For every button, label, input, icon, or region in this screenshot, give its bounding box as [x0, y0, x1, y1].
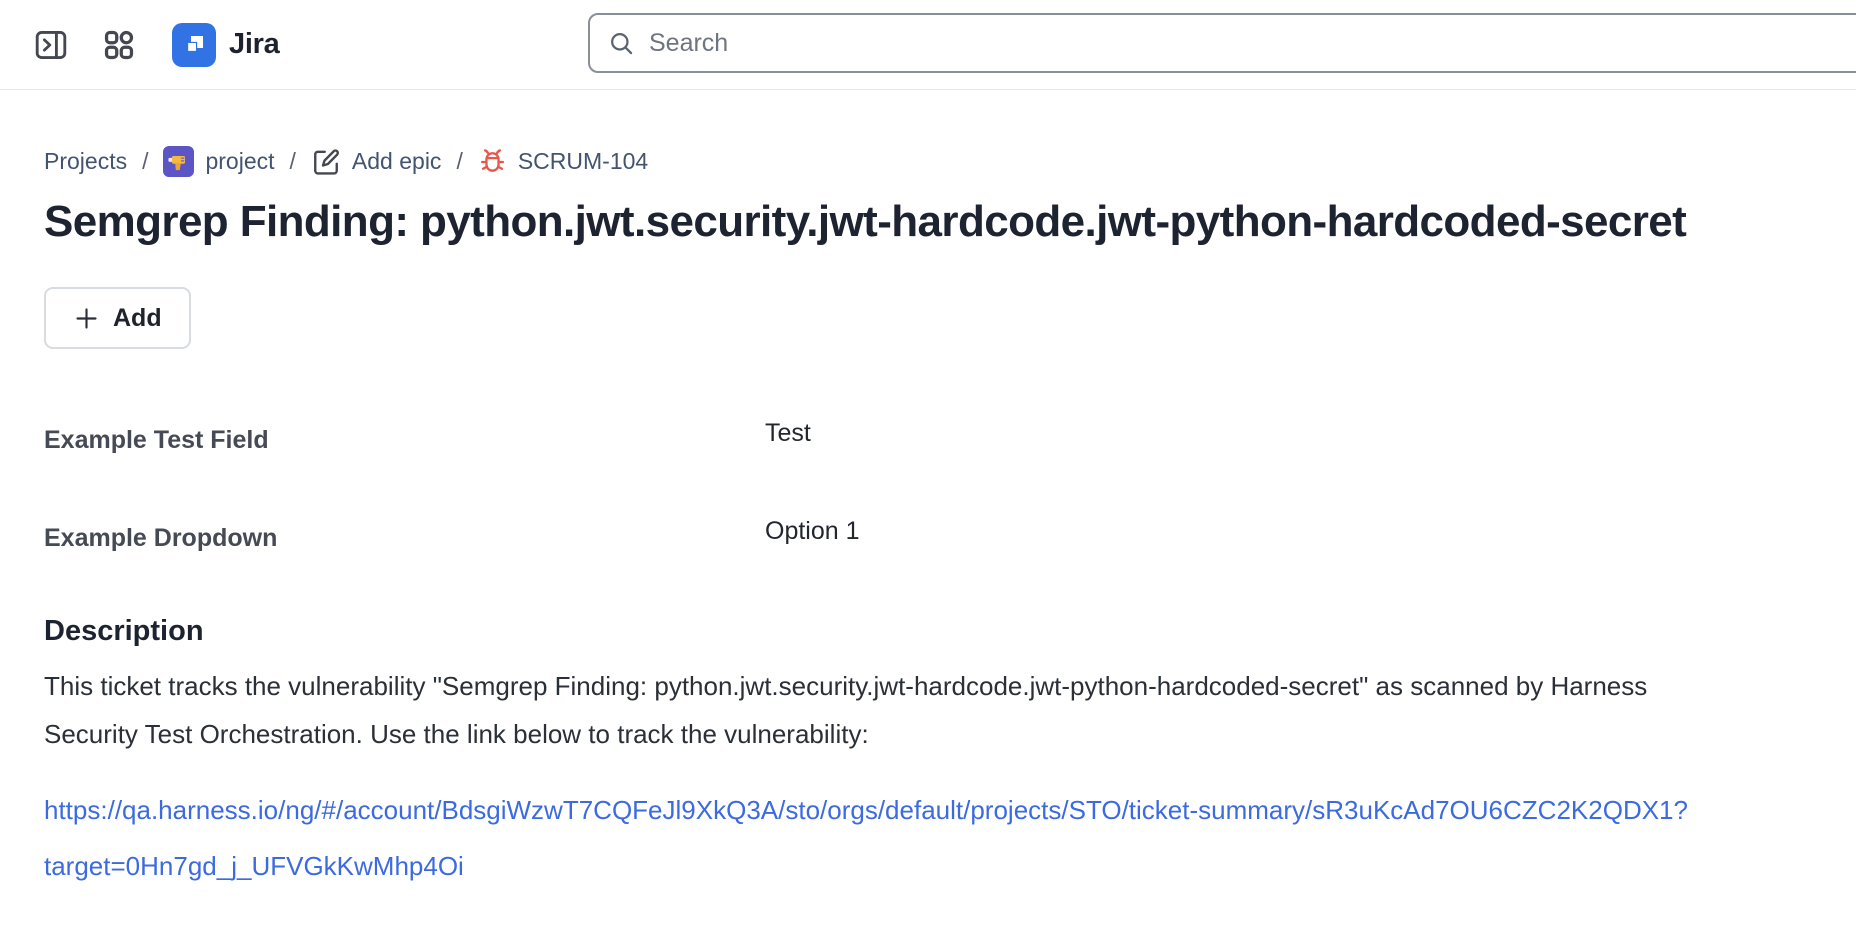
breadcrumb-project-label: project	[205, 148, 274, 175]
breadcrumb: Projects / project /	[44, 146, 1856, 177]
field-label: Example Dropdown	[44, 517, 765, 553]
bug-icon	[478, 147, 507, 176]
custom-fields: Example Test Field Test Example Dropdown…	[44, 419, 1856, 553]
breadcrumb-separator: /	[456, 148, 462, 175]
field-row-example-test-field: Example Test Field Test	[44, 419, 1856, 455]
plus-icon	[73, 305, 100, 332]
edit-icon	[311, 147, 341, 177]
issue-view: Projects / project /	[0, 146, 1856, 894]
field-label: Example Test Field	[44, 419, 765, 455]
jira-logo-icon	[172, 23, 216, 67]
vulnerability-link[interactable]: https://qa.harness.io/ng/#/account/Bdsgi…	[44, 795, 1688, 881]
breadcrumb-issue-key-label: SCRUM-104	[518, 148, 648, 175]
search-input[interactable]	[649, 29, 1649, 58]
app-grid-icon	[102, 28, 136, 62]
description-link-wrap: https://qa.harness.io/ng/#/account/Bdsgi…	[44, 782, 1744, 894]
breadcrumb-project[interactable]: project	[163, 146, 274, 177]
breadcrumb-add-epic-label: Add epic	[352, 148, 442, 175]
field-value-example-dropdown[interactable]: Option 1	[765, 517, 1856, 546]
description-heading: Description	[44, 615, 1856, 648]
issue-title: Semgrep Finding: python.jwt.security.jwt…	[44, 195, 1744, 249]
sidebar-expand-icon	[33, 27, 69, 63]
app-switcher-button[interactable]	[100, 26, 138, 64]
field-row-example-dropdown: Example Dropdown Option 1	[44, 517, 1856, 553]
add-button-label: Add	[113, 304, 162, 333]
breadcrumb-separator: /	[142, 148, 148, 175]
breadcrumb-separator: /	[290, 148, 296, 175]
jira-home-link[interactable]: Jira	[172, 23, 279, 67]
global-search[interactable]	[588, 13, 1856, 73]
breadcrumb-projects[interactable]: Projects	[44, 148, 127, 175]
app-name: Jira	[229, 28, 279, 61]
add-button[interactable]: Add	[44, 287, 191, 349]
project-avatar-icon	[163, 146, 194, 177]
breadcrumb-projects-label: Projects	[44, 148, 127, 175]
field-value-example-test-field[interactable]: Test	[765, 419, 1856, 448]
search-icon	[608, 30, 635, 57]
description-body[interactable]: This ticket tracks the vulnerability "Se…	[44, 662, 1744, 758]
breadcrumb-add-epic[interactable]: Add epic	[311, 147, 442, 177]
breadcrumb-issue-key[interactable]: SCRUM-104	[478, 147, 648, 176]
top-bar: Jira	[0, 0, 1856, 90]
sidebar-expand-button[interactable]	[32, 26, 70, 64]
